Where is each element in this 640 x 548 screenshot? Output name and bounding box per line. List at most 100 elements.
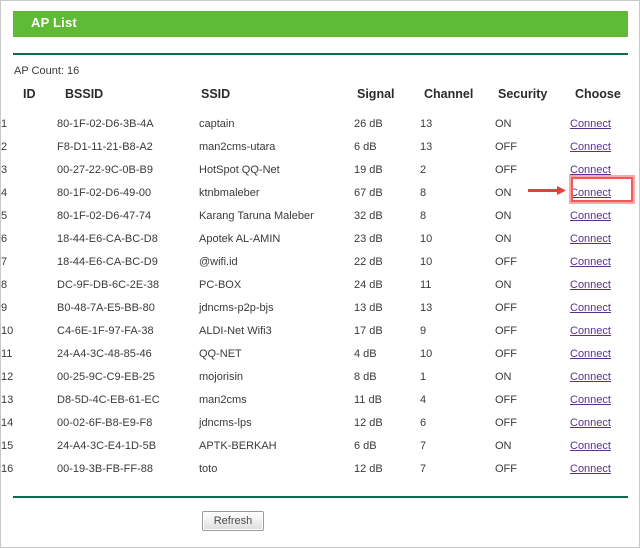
connect-link[interactable]: Connect [570,417,611,429]
cell-signal: 13 dB [354,302,383,314]
cell-ssid: @wifi.id [199,256,238,268]
cell-bssid: 00-25-9C-C9-EB-25 [57,371,155,383]
connect-link[interactable]: Connect [570,463,611,475]
cell-choose: Connect [570,297,640,320]
cell-security: OFF [495,394,517,406]
cell-id: 15 [1,440,14,452]
cell-id: 10 [1,325,14,337]
cell-ssid: toto [199,463,218,475]
connect-link[interactable]: Connect [570,141,611,153]
cell-signal: 19 dB [354,164,383,176]
cell-ssid: APTK-BERKAH [199,440,277,452]
cell-security: ON [495,440,512,452]
table-row: 8 DC-9F-DB-6C-2E-38 PC-BOX 24 dB 11 ON Connect [1,274,640,297]
cell-channel: 13 [420,302,433,314]
cell-bssid: 80-1F-02-D6-3B-4A [57,118,154,130]
cell-id: 14 [1,417,14,429]
cell-channel: 7 [420,463,427,475]
cell-id: 5 [1,210,8,222]
table-row: 10 C4-6E-1F-97-FA-38 ALDI-Net Wifi3 17 dB 9 O… [1,320,640,343]
cell-choose: Connect [570,320,640,343]
cell-channel: 10 [420,256,433,268]
cell-ssid: jdncms-p2p-bjs [199,302,274,314]
cell-ssid: HotSpot QQ-Net [199,164,280,176]
table-row: 12 00-25-9C-C9-EB-25 mojorisin 8 dB 1 ON Conne… [1,366,640,389]
cell-signal: 26 dB [354,118,383,130]
table-row: 11 24-A4-3C-48-85-46 QQ-NET 4 dB 10 OFF Connec… [1,343,640,366]
cell-choose: Connect [570,412,640,435]
cell-channel: 11 [420,279,432,291]
cell-ssid: mojorisin [199,371,244,383]
connect-link[interactable]: Connect [570,325,611,337]
table-row: 5 80-1F-02-D6-47-74 Karang Taruna Maleber 3… [1,205,640,228]
cell-choose: Connect [570,113,640,136]
cell-security: OFF [495,141,517,153]
cell-id: 6 [1,233,8,245]
table-row: 16 00-19-3B-FB-FF-88 toto 12 dB 7 OFF Connect [1,458,640,481]
column-header-bssid: BSSID [65,87,104,101]
cell-ssid: ALDI-Net Wifi3 [199,325,272,337]
cell-choose: Connect [570,274,640,297]
cell-choose: Connect [570,458,640,481]
cell-signal: 67 dB [354,187,383,199]
cell-signal: 12 dB [354,463,383,475]
cell-security: OFF [495,256,517,268]
cell-bssid: 18-44-E6-CA-BC-D9 [57,256,158,268]
cell-signal: 11 dB [354,394,382,406]
table-row: 1 80-1F-02-D6-3B-4A captain 26 dB 13 ON Connec… [1,113,640,136]
connect-link[interactable]: Connect [570,233,611,245]
connect-link[interactable]: Connect [570,394,611,406]
cell-signal: 23 dB [354,233,383,245]
page-header-bar: AP List [13,11,628,37]
cell-channel: 4 [420,394,427,406]
cell-security: ON [495,210,512,222]
cell-ssid: man2cms [199,394,247,406]
page-title: AP List [31,15,77,30]
cell-channel: 8 [420,210,427,222]
table-row: 4 80-1F-02-D6-49-00 ktnbmaleber 67 dB 8 ON Con… [1,182,640,205]
cell-security: OFF [495,325,517,337]
cell-security: ON [495,371,512,383]
column-header-id: ID [23,87,36,101]
cell-signal: 17 dB [354,325,383,337]
cell-signal: 12 dB [354,417,383,429]
cell-id: 13 [1,394,14,406]
cell-bssid: DC-9F-DB-6C-2E-38 [57,279,160,291]
cell-id: 8 [1,279,8,291]
cell-ssid: man2cms-utara [199,141,276,153]
connect-link[interactable]: Connect [570,371,611,383]
cell-security: OFF [495,348,517,360]
cell-channel: 13 [420,118,433,130]
refresh-button[interactable]: Refresh [202,511,264,531]
cell-ssid: captain [199,118,235,130]
cell-ssid: QQ-NET [199,348,242,360]
cell-bssid: 80-1F-02-D6-49-00 [57,187,152,199]
cell-bssid: 24-A4-3C-E4-1D-5B [57,440,157,452]
column-header-ssid: SSID [201,87,231,101]
connect-link[interactable]: Connect [570,164,611,176]
ap-list-page: AP List AP Count: 16 ID BSSID SSID Signa… [0,0,640,548]
divider-top [13,53,628,55]
cell-bssid: 18-44-E6-CA-BC-D8 [57,233,158,245]
cell-security: OFF [495,417,517,429]
cell-signal: 32 dB [354,210,383,222]
connect-link[interactable]: Connect [570,279,611,291]
connect-link[interactable]: Connect [570,118,611,130]
connect-link[interactable]: Connect [570,187,611,199]
connect-link[interactable]: Connect [570,440,611,452]
connect-link[interactable]: Connect [570,348,611,360]
table-row: 2 F8-D1-11-21-B8-A2 man2cms-utara 6 dB 13 OFF… [1,136,640,159]
connect-link[interactable]: Connect [570,302,611,314]
cell-id: 9 [1,302,8,314]
connect-link[interactable]: Connect [570,256,611,268]
cell-signal: 6 dB [354,440,377,452]
cell-bssid: 00-27-22-9C-0B-B9 [57,164,153,176]
cell-channel: 1 [420,371,427,383]
cell-security: OFF [495,463,517,475]
ap-list-table: ID BSSID SSID Signal Channel Security Ch… [1,87,640,481]
cell-bssid: F8-D1-11-21-B8-A2 [57,141,153,153]
column-header-security: Security [498,87,548,101]
cell-choose: Connect [570,251,640,274]
cell-signal: 24 dB [354,279,383,291]
connect-link[interactable]: Connect [570,210,611,222]
